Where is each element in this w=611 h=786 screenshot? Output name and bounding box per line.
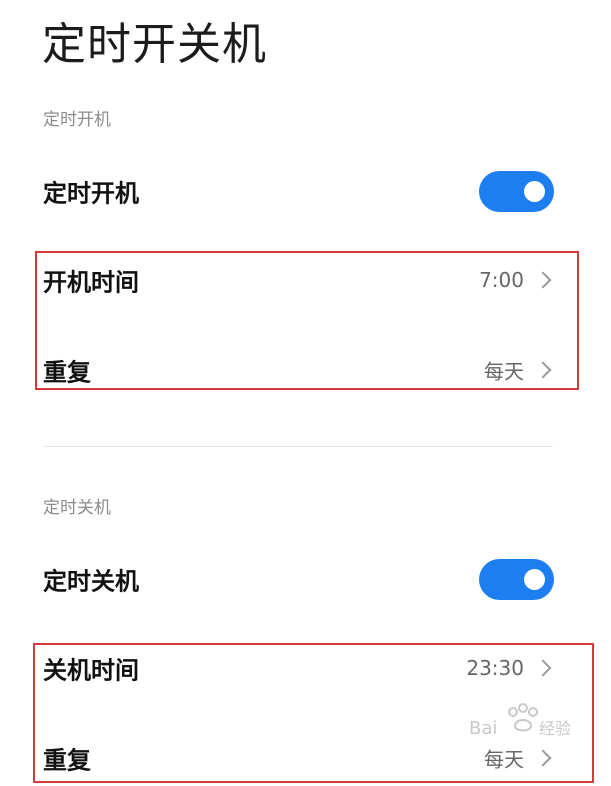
row-power-off-repeat[interactable]: 重复 每天: [0, 730, 611, 786]
power-off-time-label: 关机时间: [43, 656, 139, 685]
row-power-on-repeat[interactable]: 重复 每天: [0, 342, 611, 398]
row-power-off-toggle[interactable]: 定时关机: [0, 551, 611, 607]
section-header-power-on: 定时开机: [43, 110, 111, 130]
chevron-right-icon: [534, 271, 552, 289]
power-off-toggle-label: 定时关机: [43, 567, 139, 596]
section-header-power-off: 定时关机: [43, 498, 111, 518]
page-title: 定时开关机: [42, 19, 267, 70]
toggle-knob: [524, 181, 545, 202]
chevron-right-icon: [534, 659, 552, 677]
power-on-time-value: 7:00: [479, 268, 524, 292]
power-on-toggle-label: 定时开机: [43, 179, 139, 208]
toggle-knob: [524, 569, 545, 590]
row-power-on-toggle[interactable]: 定时开机: [0, 163, 611, 219]
section-divider: [43, 446, 553, 447]
row-power-on-time[interactable]: 开机时间 7:00: [0, 252, 611, 308]
chevron-right-icon: [534, 749, 552, 767]
power-on-repeat-label: 重复: [43, 358, 91, 387]
power-on-toggle-switch[interactable]: [479, 171, 554, 212]
row-power-off-time[interactable]: 关机时间 23:30: [0, 640, 611, 696]
power-on-time-label: 开机时间: [43, 268, 139, 297]
chevron-right-icon: [534, 361, 552, 379]
power-off-repeat-label: 重复: [43, 746, 91, 775]
power-off-toggle-switch[interactable]: [479, 559, 554, 600]
power-on-repeat-value: 每天: [484, 359, 524, 384]
power-off-time-value: 23:30: [466, 656, 524, 680]
power-off-repeat-value: 每天: [484, 747, 524, 772]
